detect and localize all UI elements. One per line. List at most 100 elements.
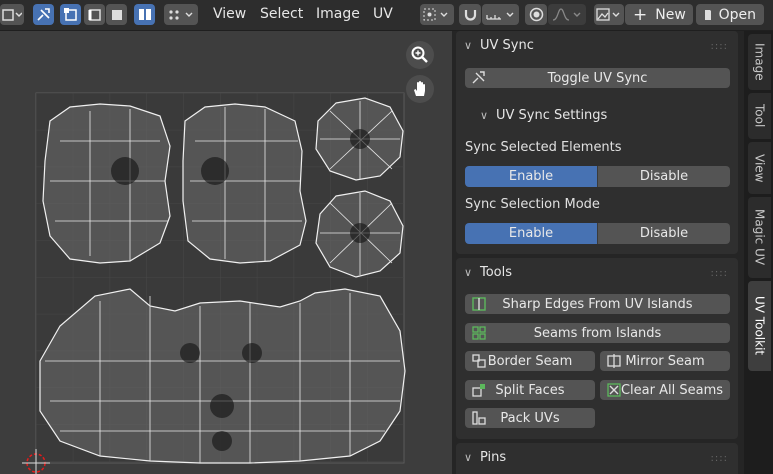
pins-panel-header[interactable]: ∨ Pins [456,443,738,471]
editor-type-button[interactable] [0,4,24,25]
pack-uvs-button[interactable]: Pack UVs [465,408,595,428]
seams-from-islands-label: Seams from Islands [533,325,662,341]
new-image-button[interactable]: + New [625,4,693,25]
mirror-seam-button[interactable]: Mirror Seam [600,351,730,371]
proportional-editing-button[interactable] [525,4,547,25]
snap-target-dropdown[interactable] [482,4,519,25]
uv-sync-icon [37,8,50,21]
pins-panel: ∨ Pins :::: [456,443,738,474]
split-faces-label: Split Faces [495,382,565,398]
chevron-down-icon: ∨ [464,38,473,52]
sharp-edges-from-uv-islands-button[interactable]: Sharp Edges From UV Islands [465,294,730,314]
sync-selected-elements-label: Sync Selected Elements [465,140,622,155]
sync-selection-mode-toggle[interactable]: Enable Disable [465,223,730,244]
pack-uvs-icon [472,411,486,425]
sync-selected-enable-button[interactable]: Enable [465,166,597,187]
uv-viewport[interactable] [0,31,452,474]
menu-select[interactable]: Select [260,6,303,22]
open-image-button[interactable]: Open [696,4,764,25]
tab-magic-uv[interactable]: Magic UV [748,197,771,278]
chevron-down-icon: ∨ [464,265,473,279]
drag-handle-icon[interactable]: :::: [711,41,728,52]
menu-image[interactable]: Image [316,6,360,22]
sticky-selection-icon [169,10,193,20]
tab-magic-uv-label: Magic UV [752,209,767,266]
sharp-edges-icon [472,297,486,311]
image-browse-dropdown[interactable] [594,4,624,25]
menu-view[interactable]: View [213,6,246,22]
sharp-edges-label: Sharp Edges From UV Islands [502,296,693,312]
mirror-seam-icon [607,354,621,368]
pivot-point-dropdown[interactable] [420,4,454,25]
uv-sync-panel: ∨ UV Sync :::: Toggle UV Sync ∨ UV Sync … [456,31,738,254]
hand-icon [414,81,425,96]
tab-uv-toolkit-label: UV Toolkit [752,296,767,356]
snap-increment-icon [485,12,513,20]
pins-panel-title: Pins [480,449,507,465]
uv-mesh-canvas[interactable] [0,31,452,474]
chevron-down-icon: ∨ [480,108,489,122]
uv-sync-settings-subheader[interactable]: ∨ UV Sync Settings [472,101,607,129]
sync-mode-enable-button[interactable]: Enable [465,223,597,244]
clear-all-seams-button[interactable]: Clear All Seams [600,380,730,400]
vertex-select-mode-button[interactable] [60,4,81,25]
pack-uvs-label: Pack UVs [500,410,560,426]
uv-sync-toggle-button[interactable] [33,4,54,25]
split-faces-button[interactable]: Split Faces [465,380,595,400]
sidebar-tab-strip: Image Tool View Magic UV UV Toolkit [744,31,773,474]
open-image-label: Open [718,6,756,23]
sync-selected-disable-button[interactable]: Disable [597,166,730,187]
tab-uv-toolkit[interactable]: UV Toolkit [748,281,771,371]
face-select-icon [112,10,122,20]
vertex-select-icon [64,8,77,21]
new-image-label: New [655,6,686,23]
tab-view[interactable]: View [748,142,771,194]
drag-handle-icon[interactable]: :::: [711,453,728,464]
tab-image-label: Image [752,43,767,81]
toggle-uv-sync-label: Toggle UV Sync [547,70,648,86]
tools-panel: ∨ Tools :::: Sharp Edges From UV Islands… [456,258,738,439]
drag-handle-icon[interactable]: :::: [711,268,728,279]
tab-image[interactable]: Image [748,34,771,90]
tools-panel-title: Tools [480,264,513,280]
zoom-view-button[interactable] [406,41,434,69]
seams-grid-icon [472,326,486,340]
editor-type-icon [2,8,22,21]
pan-view-button[interactable] [406,75,434,103]
image-icon [596,8,620,21]
magnifier-icon [411,46,428,63]
clear-all-seams-label: Clear All Seams [620,382,724,398]
sync-mode-disable-button[interactable]: Disable [597,223,730,244]
island-select-icon [139,9,151,20]
n-panel-sidebar: ∨ UV Sync :::: Toggle UV Sync ∨ UV Sync … [452,31,744,474]
uv-sync-settings-title: UV Sync Settings [496,107,608,123]
sync-selection-mode-label: Sync Selection Mode [465,197,600,212]
uv-sync-panel-title: UV Sync [480,37,534,53]
falloff-dropdown[interactable] [548,4,586,25]
toggle-uv-sync-button[interactable]: Toggle UV Sync [465,68,730,88]
tools-panel-header[interactable]: ∨ Tools [456,258,738,286]
border-seam-icon [472,354,486,368]
sticky-selection-dropdown[interactable] [164,4,198,25]
snap-toggle-button[interactable] [459,4,481,25]
uv-sync-panel-header[interactable]: ∨ UV Sync [456,31,738,59]
folder-icon [705,10,711,20]
header-bar: View Select Image UV + New Open [0,0,773,31]
pivot-point-icon [423,8,448,21]
tab-tool-label: Tool [752,104,767,128]
uv-sync-icon [472,71,485,84]
sync-selected-elements-toggle[interactable]: Enable Disable [465,166,730,187]
mirror-seam-label: Mirror Seam [625,353,705,369]
proportional-editing-icon [529,7,543,22]
tab-view-label: View [752,153,767,183]
edge-select-mode-button[interactable] [84,4,105,25]
border-seam-label: Border Seam [487,353,573,369]
edge-select-icon [88,9,101,21]
face-select-mode-button[interactable] [106,4,127,25]
tab-tool[interactable]: Tool [748,93,771,139]
clear-seams-icon [607,383,621,397]
border-seam-button[interactable]: Border Seam [465,351,595,371]
seams-from-islands-button[interactable]: Seams from Islands [465,323,730,343]
island-select-mode-button[interactable] [134,4,155,25]
menu-uv[interactable]: UV [373,6,393,22]
